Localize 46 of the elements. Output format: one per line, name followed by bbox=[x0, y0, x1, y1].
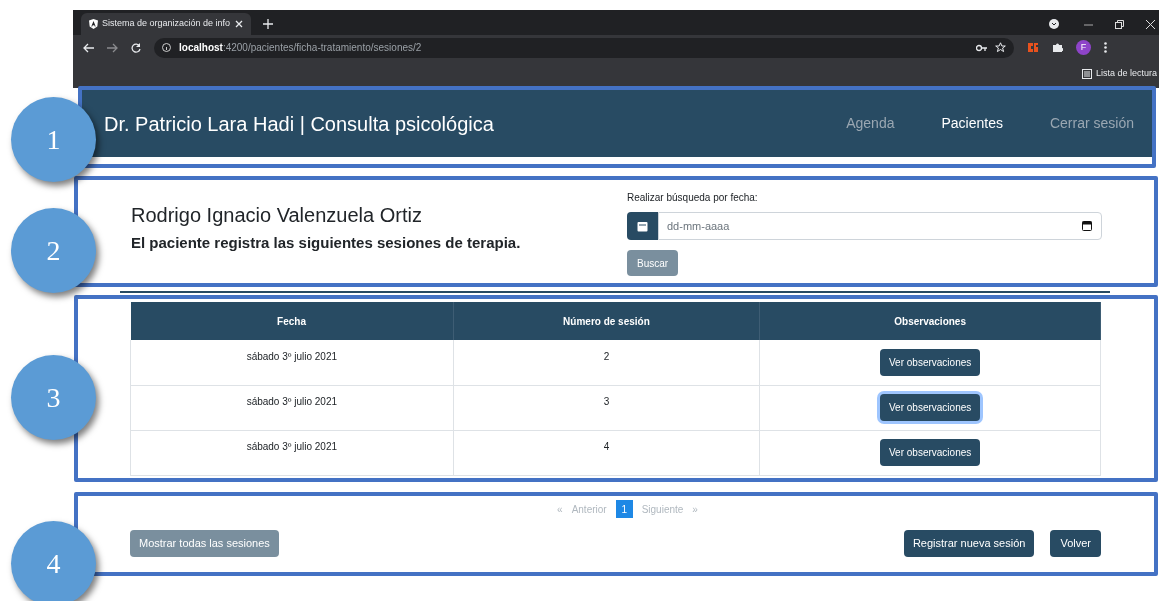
favicon-icon bbox=[89, 19, 98, 29]
back-button[interactable]: Volver bbox=[1050, 530, 1101, 557]
brand-title[interactable]: Dr. Patricio Lara Hadi | Consulta psicológica bbox=[104, 108, 494, 139]
key-icon[interactable] bbox=[976, 43, 987, 52]
close-icon[interactable] bbox=[1146, 20, 1155, 29]
table-cell: sábado 3º julio 2021 bbox=[130, 385, 454, 430]
date-input[interactable]: dd-mm-aaaa bbox=[658, 212, 1102, 240]
reading-list-icon bbox=[1081, 69, 1092, 79]
column-header: Número de sesión bbox=[453, 302, 760, 340]
nav-link[interactable]: Agenda bbox=[846, 113, 895, 134]
session-summary-text: El paciente registra las siguientes sesiones de terapia. bbox=[131, 233, 522, 253]
nav-link[interactable]: Cerrar sesión bbox=[1049, 113, 1134, 134]
forward-arrow-icon[interactable] bbox=[107, 42, 118, 53]
patient-name: Rodrigo Ignacio Valenzuela Ortiz bbox=[131, 203, 423, 228]
star-icon[interactable] bbox=[995, 42, 1006, 53]
info-icon bbox=[162, 43, 171, 52]
bookmark-link[interactable]: Lista de lectura bbox=[1095, 67, 1157, 81]
step-number-badge: 2 bbox=[11, 208, 96, 293]
step-number-badge: 1 bbox=[11, 97, 96, 182]
reload-icon[interactable] bbox=[131, 42, 141, 53]
column-header: Observaciones bbox=[759, 302, 1101, 340]
view-notes-button[interactable]: Ver observaciones bbox=[880, 394, 981, 421]
table-cell: 2 bbox=[453, 340, 760, 385]
calendar-icon[interactable] bbox=[1082, 221, 1092, 231]
table-cell: 3 bbox=[453, 385, 760, 430]
step-number-badge: 4 bbox=[11, 521, 96, 601]
address-bar[interactable]: localhost:4200/pacientes/ficha-tratamiento/sesiones/2 bbox=[154, 37, 1014, 58]
restore-icon[interactable] bbox=[1115, 20, 1124, 29]
calendar-icon bbox=[627, 212, 658, 240]
new-session-button[interactable]: Registrar nueva sesión bbox=[903, 530, 1035, 557]
page-number[interactable]: 1 bbox=[615, 500, 633, 518]
table-cell: sábado 3º julio 2021 bbox=[130, 430, 454, 475]
back-arrow-icon[interactable] bbox=[83, 42, 94, 53]
nav-link[interactable]: Pacientes bbox=[941, 113, 1003, 134]
url-text: localhost:4200/pacientes/ficha-tratamiento/sesiones/2 bbox=[179, 41, 422, 55]
new-tab-icon[interactable] bbox=[263, 19, 273, 29]
profile-avatar[interactable]: F bbox=[1076, 40, 1091, 55]
table-cell: sábado 3º julio 2021 bbox=[130, 340, 454, 385]
table-cell: 4 bbox=[453, 430, 760, 475]
step-number-badge: 3 bbox=[11, 355, 96, 440]
view-notes-button[interactable]: Ver observaciones bbox=[880, 348, 981, 376]
search-label: Realizar búsqueda por fecha: bbox=[627, 191, 759, 205]
column-header: Fecha bbox=[130, 302, 454, 340]
more-menu-icon[interactable] bbox=[1104, 42, 1107, 53]
view-notes-button[interactable]: Ver observaciones bbox=[880, 439, 981, 466]
close-icon[interactable] bbox=[235, 20, 243, 28]
